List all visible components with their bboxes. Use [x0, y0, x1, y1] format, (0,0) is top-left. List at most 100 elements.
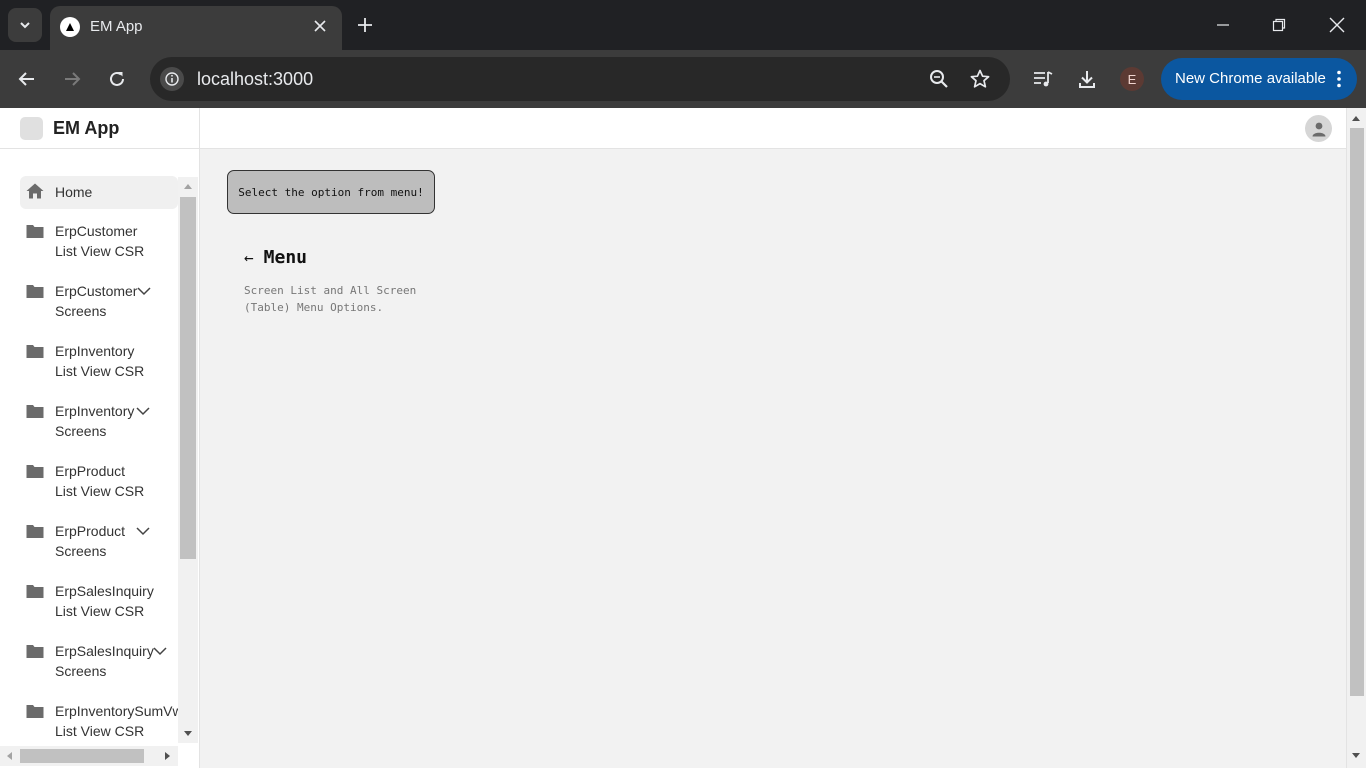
site-info-icon[interactable] [160, 67, 184, 91]
sidebar-item-label: ErpInventorySumVw [55, 703, 178, 719]
media-controls-button[interactable] [1026, 62, 1060, 96]
chevron-down-icon [20, 22, 30, 29]
folder-icon [26, 705, 44, 718]
sidebar-horizontal-scrollbar[interactable] [0, 746, 178, 766]
tab-search-button[interactable] [8, 8, 42, 42]
app-logo [20, 117, 43, 140]
close-window-button[interactable] [1317, 10, 1357, 40]
sidebar-item-label: ErpSalesInquiry [55, 643, 154, 659]
folder-icon [26, 465, 44, 478]
sidebar-item-erpcustomer-screens[interactable]: ErpCustomer Screens [20, 281, 178, 325]
sidebar-item-label: ErpCustomer [55, 223, 138, 239]
bookmark-button[interactable] [967, 66, 993, 92]
scroll-left-arrow-icon[interactable] [7, 752, 12, 760]
profile-avatar[interactable]: E [1120, 67, 1144, 91]
forward-button[interactable] [55, 62, 89, 96]
app-header: EM App [0, 108, 1346, 149]
chevron-down-icon[interactable] [136, 404, 150, 418]
kebab-menu-icon[interactable] [1329, 68, 1349, 90]
restore-button[interactable] [1259, 10, 1299, 40]
arrow-right-icon [65, 72, 81, 86]
sidebar-item-sublabel: List View CSR [55, 723, 145, 739]
zoom-button[interactable] [926, 66, 952, 92]
arrow-left-icon: ← [244, 248, 254, 267]
sidebar-item-erpcustomer-list-view-csr[interactable]: ErpCustomer List View CSR [20, 221, 178, 265]
sidebar-item-sublabel: Screens [55, 543, 107, 559]
playlist-icon [1034, 71, 1053, 87]
folder-icon [26, 345, 44, 358]
menu-heading[interactable]: ← Menu [244, 247, 307, 268]
url-text[interactable]: localhost:3000 [197, 69, 313, 90]
sidebar-item-sublabel: List View CSR [55, 603, 145, 619]
sidebar-item-erpproduct-screens[interactable]: ErpProduct Screens [20, 521, 178, 565]
close-icon [314, 20, 326, 32]
browser-tab-active[interactable]: EM App [50, 6, 342, 50]
menu-heading-label: Menu [263, 247, 307, 268]
star-icon [970, 69, 990, 88]
chevron-down-icon[interactable] [153, 644, 167, 658]
sidebar-item-erpinventory-screens[interactable]: ErpInventory Screens [20, 401, 178, 445]
scroll-right-arrow-icon[interactable] [165, 752, 170, 760]
back-button[interactable] [10, 62, 44, 96]
sidebar-item-sublabel: List View CSR [55, 483, 145, 499]
tab-title: EM App [90, 18, 143, 35]
nextjs-favicon-icon [60, 17, 80, 37]
reload-icon [110, 71, 124, 86]
new-tab-button[interactable] [350, 10, 380, 40]
close-icon [1329, 17, 1345, 33]
sidebar-item-label: ErpCustomer [55, 283, 138, 299]
sidebar-item-label: ErpProduct [55, 463, 126, 479]
main-content: Select the option from menu! ← Menu Scree… [200, 149, 1346, 768]
scroll-up-arrow-icon[interactable] [184, 184, 192, 189]
scroll-down-arrow-icon[interactable] [1352, 753, 1360, 758]
sidebar-item-erpinventorysumvw-list-view-csr[interactable]: ErpInventorySumVw List View CSR [20, 701, 178, 745]
page-scroll-thumb[interactable] [1350, 128, 1364, 696]
app-title: EM App [53, 118, 120, 138]
zoom-out-icon [930, 70, 948, 88]
menu-description: Screen List and All Screen (Table) Menu … [244, 284, 417, 314]
downloads-button[interactable] [1070, 62, 1104, 96]
home-icon [26, 183, 44, 199]
sidebar-item-sublabel: Screens [55, 663, 107, 679]
folder-icon [26, 585, 44, 598]
sidebar-item-label: Home [55, 184, 93, 200]
browser-toolbar: localhost:3000 E New Chrome available [0, 50, 1366, 108]
reload-button[interactable] [100, 62, 134, 96]
browser-tabstrip: EM App [0, 0, 1366, 50]
chevron-down-icon[interactable] [137, 284, 151, 298]
plus-icon [358, 18, 372, 32]
sidebar-item-erpproduct-list-view-csr[interactable]: ErpProduct List View CSR [20, 461, 178, 505]
sidebar-item-sublabel: Screens [55, 303, 107, 319]
sidebar-item-label: ErpSalesInquiry [55, 583, 154, 599]
user-icon [1312, 122, 1325, 136]
page-vertical-scrollbar[interactable] [1346, 108, 1366, 768]
sidebar-item-home[interactable]: Home [20, 176, 178, 209]
download-icon [1079, 71, 1095, 88]
chevron-down-icon[interactable] [136, 524, 150, 538]
scroll-up-arrow-icon[interactable] [1352, 116, 1360, 121]
sidebar-item-erpsalesinquiry-screens[interactable]: ErpSalesInquiry Screens [20, 641, 178, 685]
sidebar-item-label: ErpInventory [55, 403, 135, 419]
user-avatar-button[interactable] [1305, 115, 1332, 142]
sidebar-vertical-scrollbar[interactable] [178, 177, 198, 743]
restore-icon [1272, 18, 1286, 32]
address-bar[interactable]: localhost:3000 [150, 57, 1010, 101]
sidebar-item-sublabel: Screens [55, 423, 107, 439]
minimize-button[interactable] [1203, 10, 1243, 40]
minimize-icon [1217, 24, 1229, 26]
header-divider [199, 108, 200, 149]
update-label: New Chrome available [1175, 70, 1326, 87]
select-option-notice: Select the option from menu! [227, 170, 435, 214]
sidebar-item-erpinventory-list-view-csr[interactable]: ErpInventory List View CSR [20, 341, 178, 385]
sidebar-item-label: ErpProduct [55, 523, 126, 539]
sidebar-scroll-thumb[interactable] [180, 197, 196, 559]
scroll-down-arrow-icon[interactable] [184, 731, 192, 736]
sidebar-item-erpsalesinquiry-list-view-csr[interactable]: ErpSalesInquiry List View CSR [20, 581, 178, 625]
arrow-left-icon [18, 72, 34, 86]
sidebar-item-sublabel: List View CSR [55, 243, 145, 259]
folder-icon [26, 645, 44, 658]
sidebar-hscroll-thumb[interactable] [20, 749, 144, 763]
new-chrome-available-button[interactable]: New Chrome available [1161, 58, 1357, 100]
tab-close-button[interactable] [309, 15, 331, 37]
folder-icon [26, 405, 44, 418]
